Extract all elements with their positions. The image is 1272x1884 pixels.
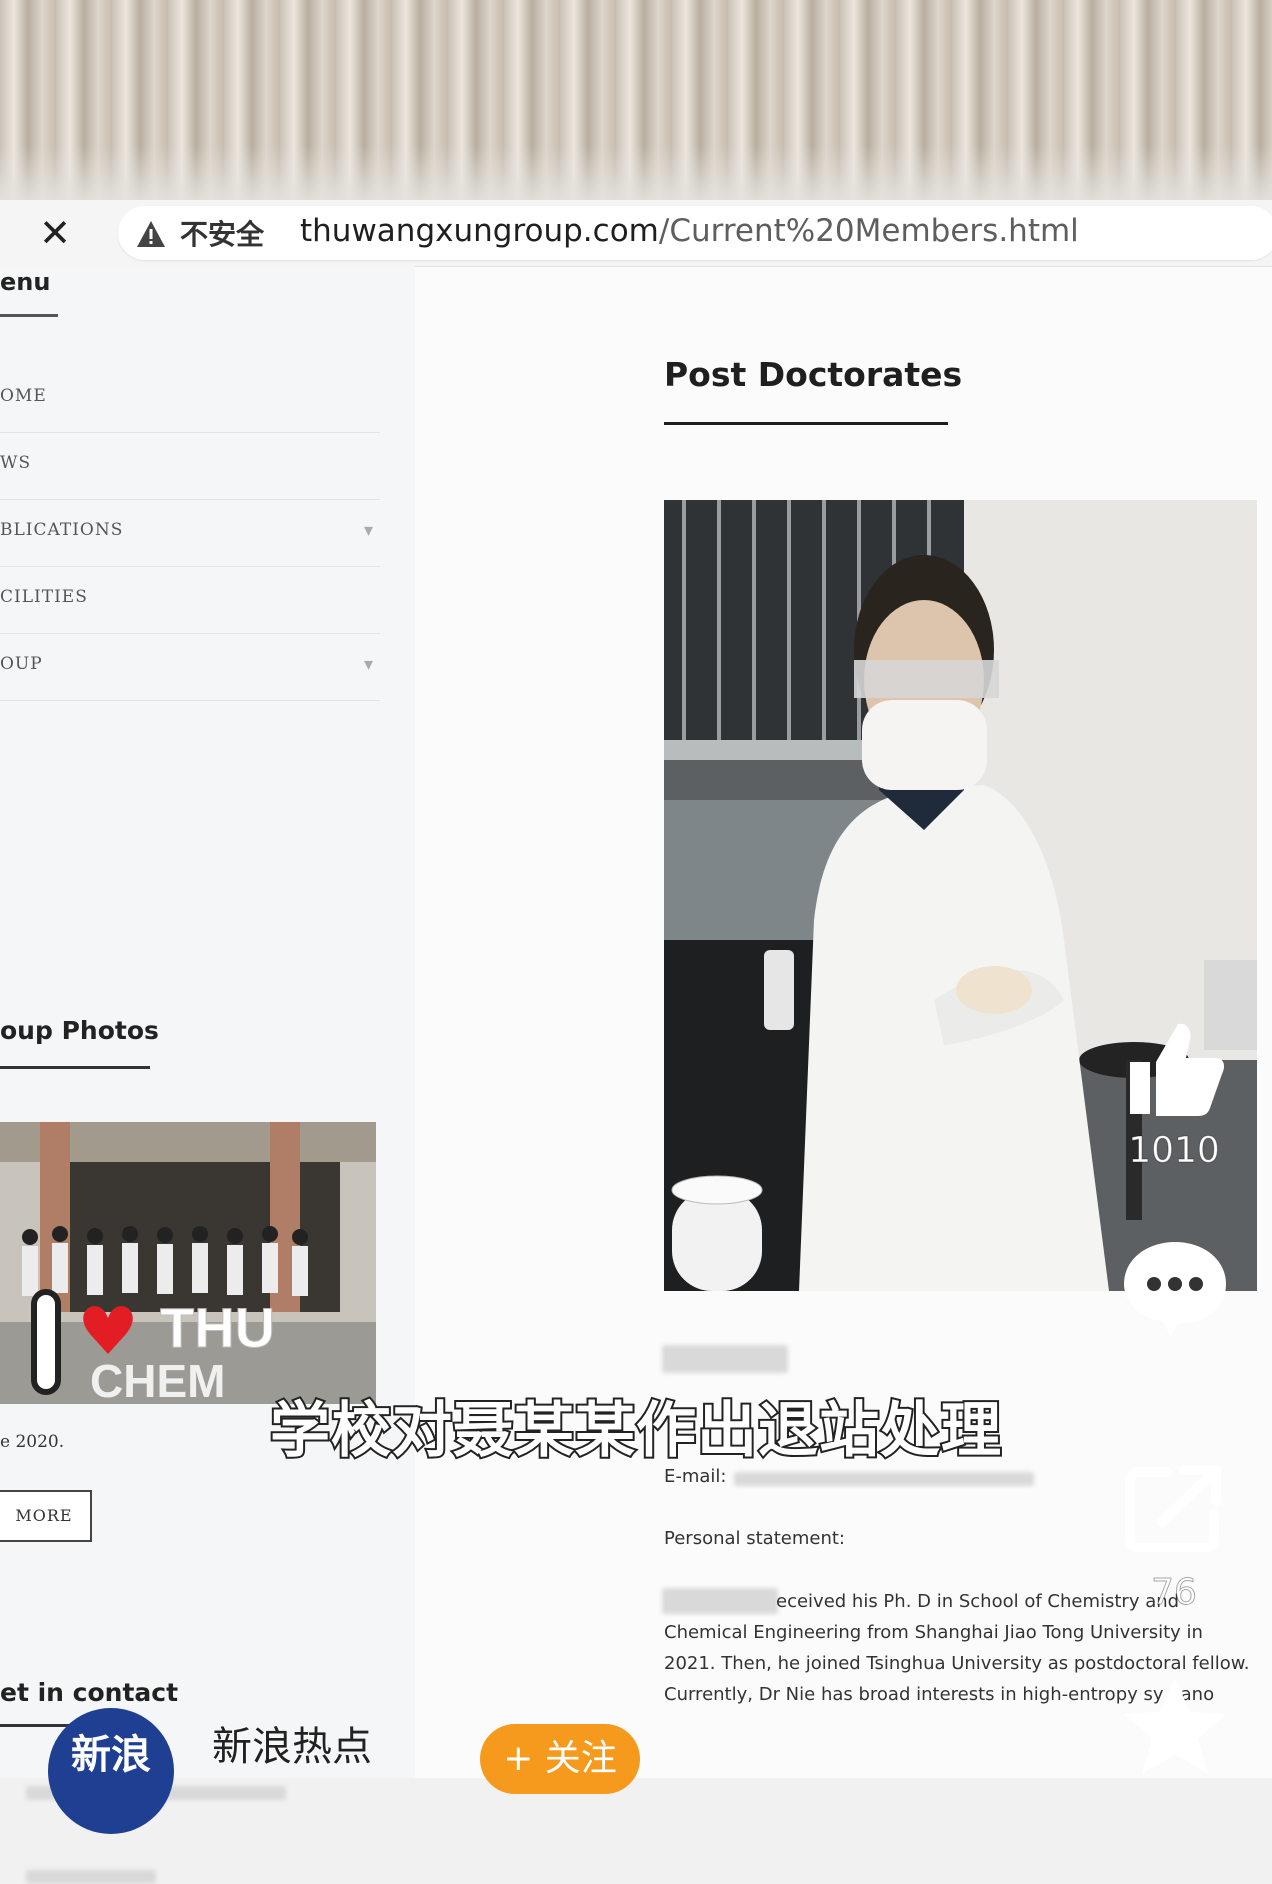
redacted-email — [734, 1472, 1034, 1486]
group-photo[interactable]: THU CHEM — [0, 1122, 376, 1404]
chevron-down-icon[interactable]: ▾ — [364, 654, 374, 675]
menu-heading: enu — [0, 268, 51, 296]
security-status[interactable]: 不安全 — [180, 213, 264, 253]
menu-item-facilities[interactable]: CILITIES — [0, 567, 380, 634]
more-button[interactable]: MORE — [0, 1490, 92, 1542]
menu-item-publications[interactable]: BLICATIONS ▾ — [0, 500, 380, 567]
chevron-down-icon[interactable]: ▾ — [364, 520, 374, 541]
menu-item-news[interactable]: WS — [0, 433, 380, 500]
video-subtitle: 学校对聂某某作出退站处理 — [268, 1394, 1003, 1468]
menu-item-label: OUP — [0, 654, 43, 674]
redacted-member-name — [662, 1345, 788, 1373]
address-bar: ✕ 不安全 thuwangxungroup.com/Current%20Memb… — [0, 200, 1272, 267]
share-count: 76 — [1151, 1572, 1198, 1614]
comment-icon[interactable] — [1120, 1236, 1230, 1340]
account-name[interactable]: 新浪热点 — [212, 1714, 373, 1772]
url-domain: thuwangxungroup.com — [300, 213, 659, 249]
menu-item-group[interactable]: OUP ▾ — [0, 634, 380, 701]
like-count: 1010 — [1128, 1130, 1221, 1172]
redacted-contact-line — [26, 1870, 156, 1884]
statement-label: Personal statement: — [664, 1528, 845, 1549]
statement-line: Chemical Engineering from Shanghai Jiao … — [664, 1622, 1203, 1643]
group-photos-heading: oup Photos — [0, 1016, 159, 1045]
url-text[interactable]: thuwangxungroup.com/Current%20Members.ht… — [300, 213, 1079, 249]
svg-text:THU: THU — [160, 1296, 275, 1359]
email-label: E-mail: — [664, 1466, 727, 1487]
avatar-text: 新浪 — [71, 1732, 151, 1778]
follow-button[interactable]: + 关注 — [480, 1724, 640, 1794]
menu-item-label: WS — [0, 453, 32, 473]
share-icon[interactable] — [1124, 1462, 1224, 1552]
url-path: /Current%20Members.html — [658, 213, 1079, 249]
avatar[interactable]: 新浪 — [48, 1708, 174, 1834]
site-sidebar: enu OME WS BLICATIONS ▾ CILITIES OUP ▾ oup… — [0, 266, 415, 1884]
account-bar: 新浪 新浪热点 + 关注 — [0, 1690, 1272, 1834]
warning-icon — [137, 221, 165, 247]
menu-item-home[interactable]: OME — [0, 366, 380, 433]
member-photo[interactable] — [664, 500, 1257, 1291]
background-curtain — [0, 0, 1272, 205]
close-icon[interactable]: ✕ — [36, 214, 74, 252]
site-menu: OME WS BLICATIONS ▾ CILITIES OUP ▾ — [0, 366, 380, 701]
menu-item-label: OME — [0, 386, 47, 406]
menu-item-label: BLICATIONS — [0, 520, 124, 540]
group-photos-underline — [0, 1066, 150, 1069]
statement-line: 2021. Then, he joined Tsinghua Universit… — [664, 1653, 1250, 1674]
page-title: Post Doctorates — [664, 355, 963, 394]
like-icon[interactable] — [1122, 1018, 1226, 1118]
menu-item-label: CILITIES — [0, 587, 88, 607]
menu-heading-underline — [0, 314, 58, 317]
page-title-underline — [664, 422, 948, 425]
